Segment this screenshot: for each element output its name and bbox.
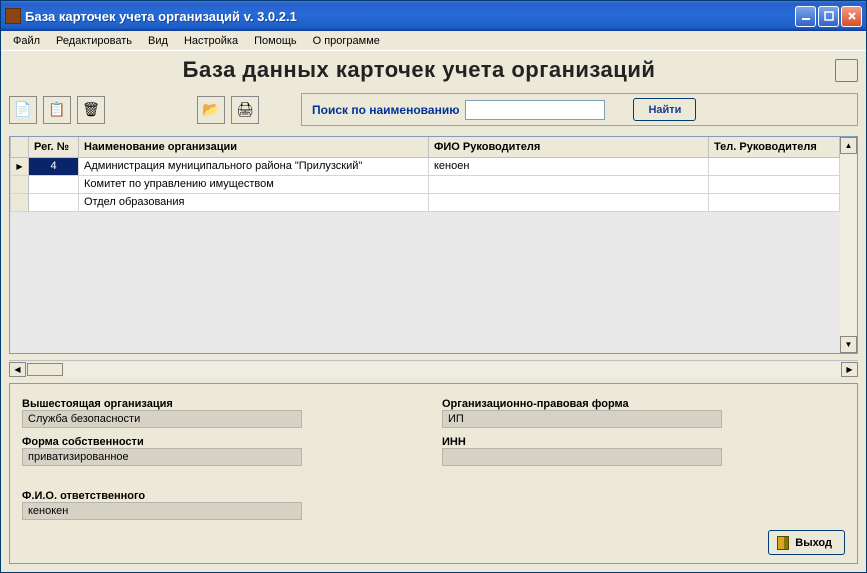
responsible-label: Ф.И.О. ответственного [22, 490, 845, 502]
new-card-icon: 📄 [14, 101, 31, 118]
ownership-value: приватизированное [22, 448, 302, 466]
menu-help[interactable]: Помощь [246, 33, 305, 49]
cell-tel[interactable] [709, 157, 840, 175]
org-table: Рег. № Наименование организации ФИО Руко… [10, 137, 840, 212]
inn-value [442, 448, 722, 466]
cell-name[interactable]: Комитет по управлению имуществом [79, 175, 429, 193]
legal-form-label: Организационно-правовая форма [442, 398, 822, 410]
cell-name[interactable]: Администрация муниципального района "При… [79, 157, 429, 175]
search-input[interactable] [465, 100, 605, 120]
cell-tel[interactable] [709, 175, 840, 193]
delete-card-icon: 🗑 [82, 101, 100, 118]
col-name[interactable]: Наименование организации [79, 137, 429, 157]
window-title: База карточек учета организаций v. 3.0.2… [25, 9, 795, 24]
content-area: База данных карточек учета организаций 📄… [1, 51, 866, 572]
menu-view[interactable]: Вид [140, 33, 176, 49]
row-indicator [11, 193, 29, 211]
menu-file[interactable]: Файл [5, 33, 48, 49]
search-panel: Поиск по наименованию Найти [301, 93, 858, 126]
cell-reg[interactable] [29, 193, 79, 211]
app-icon [5, 8, 21, 24]
delete-card-button[interactable]: 🗑 [77, 96, 105, 124]
toolbar: 📄 📋 🗑 📂 🖨 Поиск по наименованию Найти [9, 89, 858, 130]
inn-label: ИНН [442, 436, 822, 448]
menu-settings[interactable]: Настройка [176, 33, 246, 49]
legal-form-value: ИП [442, 410, 722, 428]
parent-org-value: Служба безопасности [22, 410, 302, 428]
close-button[interactable] [841, 6, 862, 27]
open-card-icon: 📂 [202, 101, 219, 118]
app-window: База карточек учета организаций v. 3.0.2… [0, 0, 867, 573]
menubar: Файл Редактировать Вид Настройка Помощь … [1, 31, 866, 51]
exit-icon [777, 536, 789, 550]
responsible-value: кенокен [22, 502, 302, 520]
scroll-down-icon[interactable]: ▼ [840, 336, 857, 353]
maximize-button[interactable] [818, 6, 839, 27]
titlebar: База карточек учета организаций v. 3.0.2… [1, 1, 866, 31]
print-card-icon: 🖨 [236, 101, 254, 118]
ownership-label: Форма собственности [22, 436, 402, 448]
cell-fio[interactable] [429, 175, 709, 193]
col-tel[interactable]: Тел. Руководителя [709, 137, 840, 157]
cell-reg[interactable]: 4 [29, 157, 79, 175]
page-title: База данных карточек учета организаций [9, 57, 829, 83]
minimize-button[interactable] [795, 6, 816, 27]
new-card-button[interactable]: 📄 [9, 96, 37, 124]
scroll-left-icon[interactable]: ◀ [9, 362, 26, 377]
panel-toggle-button[interactable] [835, 59, 858, 82]
open-card-button[interactable]: 📂 [197, 96, 225, 124]
row-indicator [11, 157, 29, 175]
parent-org-label: Вышестоящая организация [22, 398, 402, 410]
search-button[interactable]: Найти [633, 98, 696, 121]
copy-card-icon: 📋 [48, 101, 65, 118]
grid-scroll-area[interactable]: Рег. № Наименование организации ФИО Руко… [10, 137, 840, 353]
print-card-button[interactable]: 🖨 [231, 96, 259, 124]
details-panel: Вышестоящая организация Служба безопасно… [9, 383, 858, 564]
menu-edit[interactable]: Редактировать [48, 33, 140, 49]
table-row[interactable]: Отдел образования [11, 193, 840, 211]
table-row[interactable]: Комитет по управлению имуществом [11, 175, 840, 193]
cell-reg[interactable] [29, 175, 79, 193]
scroll-up-icon[interactable]: ▲ [840, 137, 857, 154]
cell-name[interactable]: Отдел образования [79, 193, 429, 211]
scroll-thumb[interactable] [27, 363, 63, 376]
copy-card-button[interactable]: 📋 [43, 96, 71, 124]
table-row[interactable]: 4Администрация муниципального района "Пр… [11, 157, 840, 175]
cell-fio[interactable] [429, 193, 709, 211]
col-indicator [11, 137, 29, 157]
cell-tel[interactable] [709, 193, 840, 211]
row-indicator [11, 175, 29, 193]
exit-button[interactable]: Выход [768, 530, 845, 555]
cell-fio[interactable]: кеноен [429, 157, 709, 175]
scroll-right-icon[interactable]: ▶ [841, 362, 858, 377]
grid-panel: Рег. № Наименование организации ФИО Руко… [9, 136, 858, 354]
menu-about[interactable]: О программе [305, 33, 388, 49]
search-label: Поиск по наименованию [312, 103, 459, 117]
col-fio[interactable]: ФИО Руководителя [429, 137, 709, 157]
vertical-scrollbar[interactable]: ▲ ▼ [840, 137, 857, 353]
horizontal-scrollbar[interactable]: ◀ ▶ [9, 360, 858, 377]
col-reg[interactable]: Рег. № [29, 137, 79, 157]
